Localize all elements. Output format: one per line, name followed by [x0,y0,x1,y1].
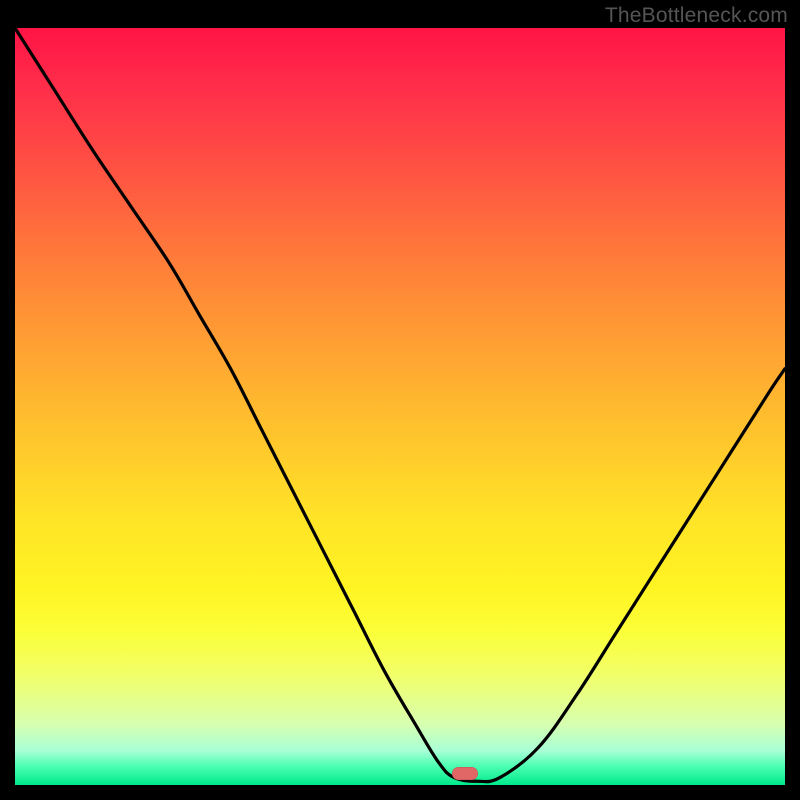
plot-area [15,28,785,785]
chart-frame: TheBottleneck.com [0,0,800,800]
watermark-text: TheBottleneck.com [605,4,788,28]
bottleneck-curve [15,28,785,785]
optimal-marker [452,767,478,780]
curve-path [15,28,785,782]
